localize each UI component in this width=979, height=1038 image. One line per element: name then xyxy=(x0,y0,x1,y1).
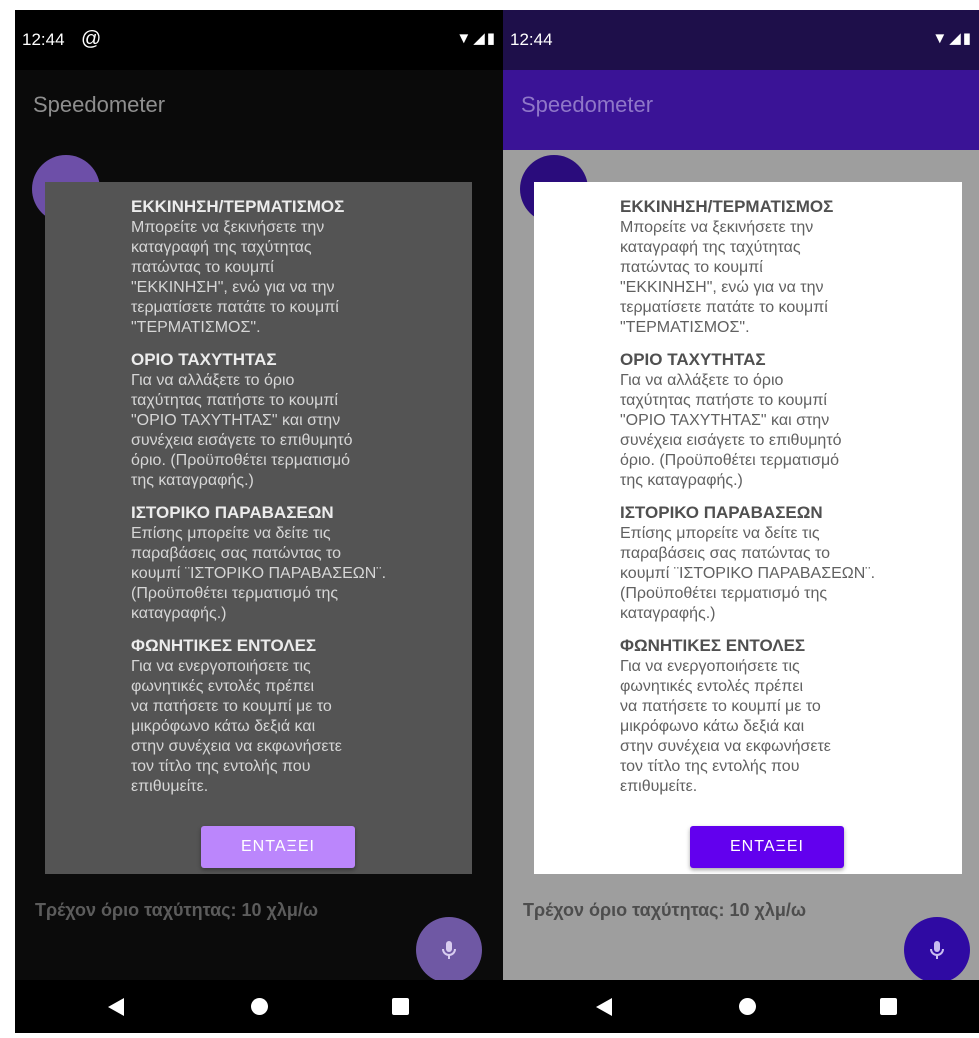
status-bar: 12:44 @ ▼◢▮ xyxy=(15,10,503,70)
section-title-speed-limit: ΟΡΙΟ ΤΑΧΥΤΗΤΑΣ xyxy=(131,350,277,369)
signal-icon: ◢ xyxy=(473,30,487,47)
recent-square-icon[interactable] xyxy=(392,998,409,1015)
home-circle-icon[interactable] xyxy=(739,998,756,1015)
speed-limit-text: Τρέχον όριο ταχύτητας: 10 χλμ/ω xyxy=(523,900,807,920)
back-triangle-icon[interactable] xyxy=(108,998,124,1016)
section-title-speed-limit: ΟΡΙΟ ΤΑΧΥΤΗΤΑΣ xyxy=(620,350,766,369)
speed-limit-text: Τρέχον όριο ταχύτητας: 10 χλμ/ω xyxy=(35,900,319,920)
status-time: 12:44 xyxy=(510,30,553,49)
mic-fab-button[interactable] xyxy=(416,917,482,983)
section-title-voice-commands: ΦΩΝΗΤΙΚΕΣ ΕΝΤΟΛΕΣ xyxy=(620,636,806,655)
status-bar: 12:44 ▼◢▮ xyxy=(503,10,979,70)
wifi-icon: ▼ xyxy=(932,30,950,47)
ok-button[interactable]: ΕΝΤΑΞΕΙ xyxy=(201,826,355,868)
section-text-speed-limit: Για να αλλάξετε το όριο ταχύτητας πατήστ… xyxy=(131,372,353,489)
battery-icon: ▮ xyxy=(486,30,497,47)
home-circle-icon[interactable] xyxy=(251,998,268,1015)
section-title-start-stop: ΕΚΚΙΝΗΣΗ/ΤΕΡΜΑΤΙΣΜΟΣ xyxy=(131,197,345,216)
section-text-violations-history: Επίσης μπορείτε να δείτε τις παραβάσεις … xyxy=(131,525,387,622)
back-triangle-icon[interactable] xyxy=(596,998,612,1016)
section-text-violations-history: Επίσης μπορείτε να δείτε τις παραβάσεις … xyxy=(620,525,876,622)
section-title-voice-commands: ΦΩΝΗΤΙΚΕΣ ΕΝΤΟΛΕΣ xyxy=(131,636,317,655)
microphone-icon xyxy=(442,941,456,959)
app-bar: Speedometer xyxy=(503,70,979,150)
at-sign-icon: @ xyxy=(81,28,102,50)
section-title-violations-history: ΙΣΤΟΡΙΚΟ ΠΑΡΑΒΑΣΕΩΝ xyxy=(131,503,334,522)
microphone-icon xyxy=(930,941,944,959)
navigation-bar xyxy=(15,980,503,1033)
battery-icon: ▮ xyxy=(962,30,973,47)
section-text-voice-commands: Για να ενεργοποιήσετε τις φωνητικές εντο… xyxy=(131,658,342,795)
section-title-start-stop: ΕΚΚΙΝΗΣΗ/ΤΕΡΜΑΤΙΣΜΟΣ xyxy=(620,197,834,216)
section-text-voice-commands: Για να ενεργοποιήσετε τις φωνητικές εντο… xyxy=(620,658,831,795)
status-time: 12:44 xyxy=(22,30,65,49)
app-title: Speedometer xyxy=(521,92,654,117)
app-bar: Speedometer xyxy=(15,70,503,150)
section-text-start-stop: Μπορείτε να ξεκινήσετε την καταγραφή της… xyxy=(620,219,828,336)
navigation-bar xyxy=(503,980,979,1033)
mic-fab-button[interactable] xyxy=(904,917,970,983)
help-dialog: ΕΚΚΙΝΗΣΗ/ΤΕΡΜΑΤΙΣΜΟΣ Μπορείτε να ξεκινήσ… xyxy=(45,182,472,874)
recent-square-icon[interactable] xyxy=(880,998,897,1015)
section-text-speed-limit: Για να αλλάξετε το όριο ταχύτητας πατήστ… xyxy=(620,372,842,489)
app-title: Speedometer xyxy=(33,92,166,117)
help-dialog: ΕΚΚΙΝΗΣΗ/ΤΕΡΜΑΤΙΣΜΟΣ Μπορείτε να ξεκινήσ… xyxy=(534,182,962,874)
section-title-violations-history: ΙΣΤΟΡΙΚΟ ΠΑΡΑΒΑΣΕΩΝ xyxy=(620,503,823,522)
light-theme-screen: 12:44 ▼◢▮ Speedometer Τρέχον όριο ταχύτη… xyxy=(503,10,979,1033)
section-text-start-stop: Μπορείτε να ξεκινήσετε την καταγραφή της… xyxy=(131,219,339,336)
dark-theme-screen: 12:44 @ ▼◢▮ Speedometer Τρέχον όριο ταχύ… xyxy=(15,10,503,1033)
signal-icon: ◢ xyxy=(949,30,963,47)
wifi-icon: ▼ xyxy=(456,30,474,47)
ok-button[interactable]: ΕΝΤΑΞΕΙ xyxy=(690,826,844,868)
